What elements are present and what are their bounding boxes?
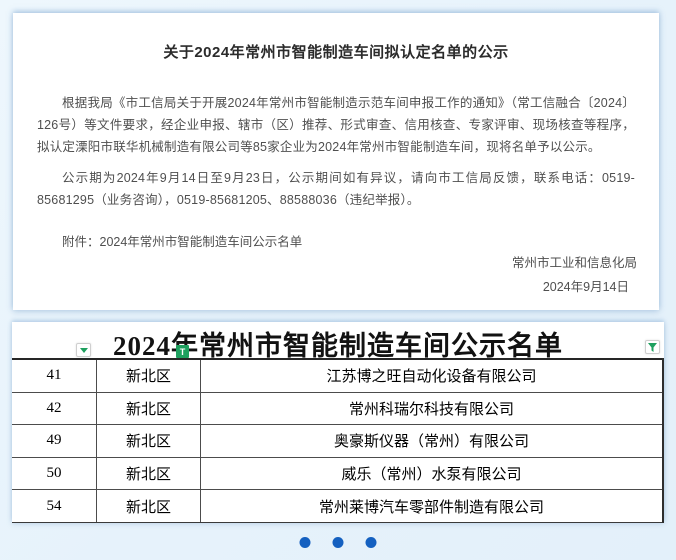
table-row: 41 新北区 江苏博之旺自动化设备有限公司 [12,359,663,392]
company-table: 41 新北区 江苏博之旺自动化设备有限公司 42 新北区 常州科瑞尔科技有限公司… [12,358,664,523]
table-title: 2024年常州市智能制造车间公示名单 [12,324,664,363]
signature-date: 2024年9月14日 [512,275,637,299]
collaborator-cursor-badge: T [176,345,189,358]
cell-number: 42 [12,392,97,425]
table-row: 50 新北区 威乐（常州）水泵有限公司 [12,457,663,490]
cell-district: 新北区 [97,490,201,523]
cell-district: 新北区 [97,392,201,425]
cell-company: 常州莱博汽车零部件制造有限公司 [201,490,664,523]
document-paragraph-basis: 根据我局《市工信局关于开展2024年常州市智能制造示范车间申报工作的通知》（常工… [37,92,635,158]
cell-district: 新北区 [97,457,201,490]
pagination-dot[interactable] [300,537,311,548]
pagination-dot[interactable] [366,537,377,548]
funnel-icon [648,343,657,352]
announcement-document: 关于2024年常州市智能制造车间拟认定名单的公示 根据我局《市工信局关于开展20… [13,13,659,310]
table-row: 54 新北区 常州莱博汽车零部件制造有限公司 [12,490,663,523]
document-body: 根据我局《市工信局关于开展2024年常州市智能制造示范车间申报工作的通知》（常工… [37,92,635,211]
cell-company: 常州科瑞尔科技有限公司 [201,392,664,425]
table-title-row: 2024年常州市智能制造车间公示名单 T [12,322,664,358]
signature-org: 常州市工业和信息化局 [512,251,637,275]
pagination-dots [300,537,377,548]
cell-company: 威乐（常州）水泵有限公司 [201,457,664,490]
document-title: 关于2024年常州市智能制造车间拟认定名单的公示 [43,41,629,62]
document-paragraph-period: 公示期为2024年9月14日至9月23日，公示期间如有异议，请向市工信局反馈，联… [37,167,635,211]
filter-funnel-button[interactable] [645,340,660,354]
attachment-table-card: 2024年常州市智能制造车间公示名单 T 41 新北区 江苏博之旺自动化设备有限… [12,322,664,522]
signature-block: 常州市工业和信息化局 2024年9月14日 [512,251,637,299]
cell-company: 江苏博之旺自动化设备有限公司 [201,359,664,392]
cell-company: 奥豪斯仪器（常州）有限公司 [201,425,664,458]
cell-district: 新北区 [97,359,201,392]
pagination-dot[interactable] [333,537,344,548]
cell-district: 新北区 [97,425,201,458]
table-row: 49 新北区 奥豪斯仪器（常州）有限公司 [12,425,663,458]
cell-number: 49 [12,425,97,458]
cell-number: 54 [12,490,97,523]
cell-number: 41 [12,359,97,392]
attachment-line: 附件：2024年常州市智能制造车间公示名单 [37,231,635,250]
cell-number: 50 [12,457,97,490]
table-row: 42 新北区 常州科瑞尔科技有限公司 [12,392,663,425]
